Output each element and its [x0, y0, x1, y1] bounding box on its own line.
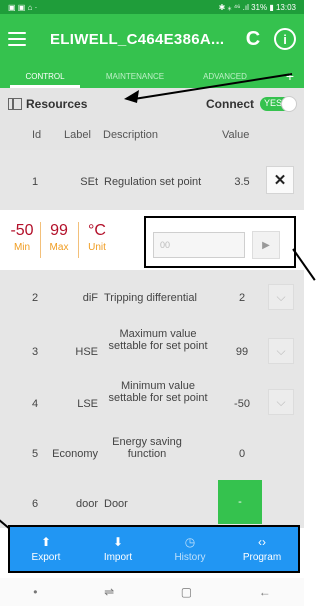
row-label: diF [82, 292, 98, 304]
tab-control[interactable]: CONTROL [0, 72, 90, 81]
refresh-icon[interactable]: C [240, 28, 266, 51]
row-id: 5 [32, 448, 39, 460]
row-id: 1 [32, 176, 39, 188]
max-block: 99 Max [44, 222, 74, 253]
back-icon[interactable]: ← [259, 585, 271, 599]
table-row[interactable]: 3 HSE Maximum value settable for set poi… [0, 326, 304, 378]
toggle-knob [281, 96, 297, 112]
connect-toggle[interactable]: YES [260, 96, 297, 112]
device-title: ELIWELL_C464E386A... [50, 30, 225, 48]
nav-dot-icon: • [33, 585, 38, 599]
status-bar: ▣ ▣ ⌂ · ✱ ⁎ ⁴⁶ .ıl 31% ▮ 13:03 [0, 0, 304, 14]
row-value: 99 [235, 346, 249, 358]
divider [40, 222, 41, 258]
menu-icon[interactable] [8, 32, 26, 46]
table-header: Id Label Description Value [0, 120, 304, 150]
chevron-down-icon[interactable]: ⌵ [268, 284, 294, 310]
row-value: 3.5 [234, 176, 250, 188]
header-label: Label [64, 129, 91, 141]
table-row[interactable]: 4 LSE Minimum value settable for set poi… [0, 378, 304, 428]
header-description: Description [103, 129, 159, 141]
row-value: 0 [238, 448, 246, 460]
row-value: -50 [234, 398, 250, 410]
unit-caption: Unit [88, 242, 106, 253]
row-description: Energy saving function [112, 436, 182, 460]
resources-label[interactable]: Resources [26, 97, 87, 111]
unit-block: °C Unit [82, 222, 112, 253]
row-label: SEt [80, 176, 98, 188]
arrow-head-icon [124, 90, 139, 103]
door-status-indicator: - [218, 480, 262, 524]
row-label: Economy [52, 448, 98, 460]
row-label: HSE [75, 346, 98, 358]
highlight-box-editor [144, 216, 296, 268]
row-label: LSE [77, 398, 98, 410]
status-right: ✱ ⁎ ⁴⁶ .ıl 31% ▮ 13:03 [218, 2, 296, 12]
row-id: 2 [32, 292, 39, 304]
unit-value: °C [88, 222, 106, 239]
divider [78, 222, 79, 258]
header-id: Id [32, 129, 42, 141]
min-block: -50 Min [8, 222, 36, 253]
system-nav-bar: • ⇌ ▢ ← [0, 578, 304, 606]
app-bar: ELIWELL_C464E386A... C i [0, 14, 304, 64]
max-value: 99 [50, 222, 68, 239]
home-icon[interactable]: ▢ [181, 585, 192, 599]
row-description: Door [104, 498, 128, 510]
table-row[interactable]: 5 Economy Energy saving function 0 [0, 428, 304, 480]
chevron-down-icon[interactable]: ⌵ [268, 338, 294, 364]
row-description: Maximum value settable for set point [108, 328, 208, 352]
toggle-yes-text: YES [264, 98, 283, 108]
max-caption: Max [49, 242, 69, 253]
row-value: 2 [238, 292, 246, 304]
resources-icon[interactable] [8, 98, 22, 110]
chevron-down-icon[interactable]: ⌵ [268, 389, 294, 415]
row-id: 6 [32, 498, 39, 510]
connect-label: Connect [206, 97, 254, 111]
status-left-icons: ▣ ▣ ⌂ · [8, 2, 38, 12]
min-value: -50 [10, 222, 34, 239]
recent-apps-icon[interactable]: ⇌ [104, 585, 114, 599]
row-label: door [75, 498, 98, 510]
highlight-box-bottom-bar [8, 525, 300, 573]
resources-bar: Resources Connect YES [0, 88, 304, 120]
table-row[interactable]: 1 SEt Regulation set point 3.5 [0, 150, 304, 210]
row-description: Tripping differential [104, 292, 197, 304]
info-icon[interactable]: i [274, 28, 296, 50]
min-caption: Min [13, 242, 31, 253]
header-value: Value [222, 129, 250, 141]
table-row[interactable]: 2 diF Tripping differential 2 ⌵ [0, 270, 304, 326]
row-description: Regulation set point [104, 176, 202, 188]
close-edit-button[interactable]: ✕ [266, 166, 294, 194]
tab-maintenance[interactable]: MAINTENANCE [90, 72, 180, 81]
row-id: 3 [32, 346, 39, 358]
tab-bar: CONTROL MAINTENANCE ADVANCED + [0, 64, 304, 88]
row-id: 4 [32, 398, 39, 410]
row-description: Minimum value settable for set point [108, 380, 208, 404]
add-tab-icon[interactable]: + [286, 68, 294, 84]
